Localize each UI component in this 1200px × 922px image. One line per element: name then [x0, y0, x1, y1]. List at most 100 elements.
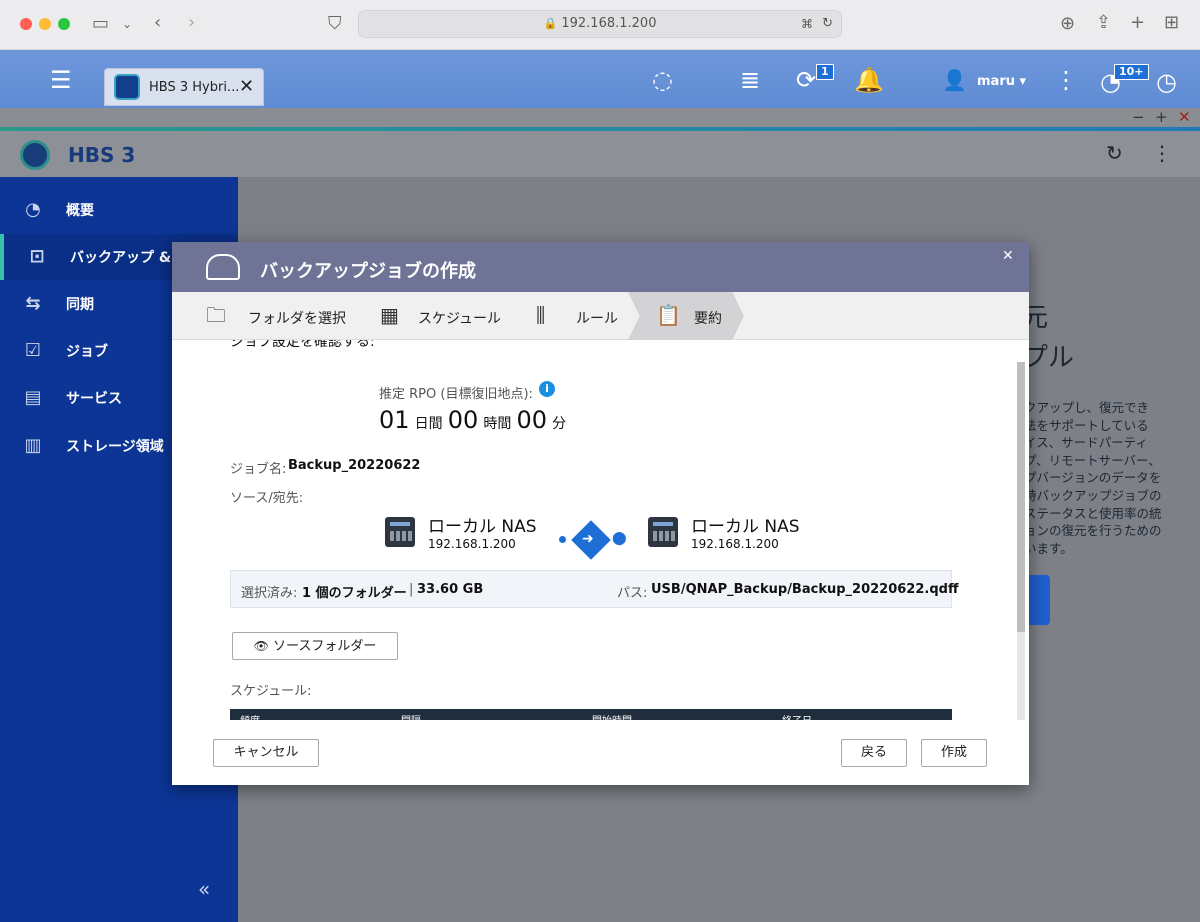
path-value: USB/QNAP_Backup/Backup_20220622.qdff	[651, 582, 959, 597]
shield-icon[interactable]: ⛉	[328, 14, 342, 34]
sidebar-toggle-icon[interactable]: ▭	[92, 14, 109, 34]
service-icon: ▤	[24, 387, 42, 408]
arrow-right-icon: ➜	[582, 531, 594, 547]
sidebar-item-overview[interactable]: ◔ 概要	[0, 187, 238, 233]
menu-icon[interactable]: ☰	[50, 66, 72, 94]
bell-icon[interactable]: 🔔	[854, 66, 884, 94]
search-icon[interactable]: ◌	[652, 66, 673, 94]
step-label: ルール	[576, 311, 618, 327]
column-header: 頻度	[240, 712, 260, 720]
step-schedule[interactable]: ▦ スケジュール	[362, 292, 512, 340]
source-folder-label: ソースフォルダー	[273, 639, 377, 654]
new-tab-icon[interactable]: +	[1130, 13, 1145, 33]
sliders-icon: ⫼	[536, 303, 546, 327]
sync-icon[interactable]: ⟳	[796, 66, 816, 94]
location-pin-icon: ⬤	[612, 531, 627, 546]
schedule-label: スケジュール:	[230, 684, 312, 699]
selected-value: 1 個のフォルダー	[302, 586, 407, 601]
bg-line: プ、リモートサーバー、	[1024, 452, 1161, 468]
source-folder-button[interactable]: 👁 ソースフォルダー	[232, 632, 398, 660]
nas-device-icon	[648, 517, 678, 547]
close-window-button[interactable]	[20, 18, 32, 30]
chevron-down-icon[interactable]: ⌄	[122, 14, 132, 34]
minimize-window-button[interactable]	[39, 18, 51, 30]
create-button[interactable]: 作成	[921, 739, 987, 767]
translate-icon[interactable]: ⌘	[801, 11, 813, 37]
source-ip: 192.168.1.200	[428, 537, 516, 551]
folder-check-icon: 🗀	[206, 303, 226, 327]
rpo-value: 01 日間 00 時間 00 分	[379, 406, 566, 434]
more-icon[interactable]: ⋮	[1054, 66, 1078, 94]
selected-label: 選択済み:	[241, 586, 298, 601]
reload-icon[interactable]: ↻	[822, 11, 833, 37]
more-options-icon[interactable]: ⋮	[1152, 141, 1172, 165]
maximize-icon[interactable]: +	[1155, 108, 1168, 126]
url-text: 192.168.1.200	[561, 16, 657, 31]
refresh-icon[interactable]: ↻	[1106, 141, 1123, 165]
step-rules[interactable]: ⫼ ルール	[512, 292, 642, 340]
rpo-mins: 00	[516, 406, 548, 434]
sidebar-item-label: サービス	[66, 391, 122, 407]
bg-line: 法をサポートしている	[1024, 417, 1149, 433]
app-title: HBS 3	[68, 143, 136, 167]
dialog-body: ジョブ設定を確認する: 推定 RPO (目標復旧地点): i 01 日間 00 …	[172, 340, 1029, 720]
rpo-hours-unit: 時間	[483, 416, 512, 432]
tab-hbs3[interactable]: HBS 3 Hybri... ✕	[104, 68, 264, 106]
download-icon[interactable]: ⊕	[1060, 14, 1075, 34]
sidebar-item-label: ストレージ領域	[66, 439, 164, 455]
calendar-icon: ▦	[380, 303, 399, 327]
info-icon[interactable]: i	[539, 381, 555, 397]
eye-icon: 👁	[253, 639, 269, 653]
sidebar-item-label: ジョブ	[66, 344, 108, 360]
source-dot-icon	[559, 536, 566, 543]
bg-line: います。	[1024, 540, 1073, 556]
tab-title: HBS 3 Hybri...	[149, 80, 240, 95]
wizard-steps: 🗀 フォルダを選択 ▦ スケジュール ⫼ ルール 📋 要約	[172, 292, 1029, 340]
lock-icon: 🔒	[543, 17, 558, 30]
zoom-window-button[interactable]	[58, 18, 70, 30]
dest-name: ローカル NAS	[691, 517, 800, 537]
column-header: 終了日	[782, 712, 812, 720]
close-icon[interactable]: ✕	[1178, 108, 1191, 126]
job-icon: ☑	[24, 340, 42, 361]
step-summary[interactable]: 📋 要約	[628, 292, 744, 340]
scrollbar-thumb[interactable]	[1017, 362, 1025, 632]
dialog-close-icon[interactable]: ✕	[1002, 248, 1014, 264]
minimize-icon[interactable]: −	[1132, 108, 1145, 126]
hbs-app-icon	[20, 140, 50, 170]
close-tab-icon[interactable]: ✕	[239, 76, 254, 97]
speedometer-icon[interactable]: ◷	[1156, 68, 1177, 96]
bg-line: イス、サードパーティ	[1024, 435, 1148, 451]
address-bar[interactable]: 🔒 192.168.1.200 ⌘ ↻	[358, 10, 842, 38]
nas-device-icon	[385, 517, 415, 547]
dialog-scrollbar[interactable]	[1017, 362, 1025, 720]
browser-toolbar: ▭ ⌄ ‹ › ⛉ 🔒 192.168.1.200 ⌘ ↻ ⊕ ⇪ + ⊞	[0, 0, 1200, 50]
stack-icon[interactable]: ≣	[740, 66, 760, 94]
storage-icon: ▥	[24, 435, 42, 456]
rpo-label: 推定 RPO (目標復旧地点):	[379, 387, 533, 402]
job-name: Backup_20220622	[288, 458, 421, 473]
sync-icon: ⇆	[25, 293, 41, 314]
path-label: パス:	[617, 586, 648, 601]
dialog-header: バックアップジョブの作成 ✕	[172, 242, 1029, 292]
sidebar-item-label: 同期	[66, 297, 94, 313]
bg-line: プバージョンのデータを	[1024, 470, 1162, 486]
clipboard-icon: 📋	[656, 303, 681, 327]
bg-description: クアップし、復元でき 法をサポートしている イス、サードパーティ プ、リモートサ…	[1024, 399, 1162, 557]
forward-icon[interactable]: ›	[188, 13, 195, 33]
back-button[interactable]: 戻る	[841, 739, 907, 767]
tab-overview-icon[interactable]: ⊞	[1164, 13, 1179, 33]
hbs-logo-icon	[114, 74, 140, 100]
sidebar-item-label: 概要	[66, 203, 94, 219]
step-select-folder[interactable]: 🗀 フォルダを選択	[172, 292, 362, 340]
app-header: HBS 3 ↻ ⋮	[0, 131, 1200, 177]
separator: |	[409, 582, 414, 597]
user-menu[interactable]: maru ▾	[977, 74, 1026, 89]
step-label: スケジュール	[418, 311, 502, 327]
back-icon[interactable]: ‹	[154, 13, 161, 33]
column-header: 開始時間	[592, 712, 632, 720]
share-icon[interactable]: ⇪	[1096, 13, 1111, 33]
cancel-button[interactable]: キャンセル	[213, 739, 319, 767]
collapse-sidebar-icon[interactable]: «	[198, 877, 210, 901]
user-icon[interactable]: 👤	[942, 66, 967, 94]
